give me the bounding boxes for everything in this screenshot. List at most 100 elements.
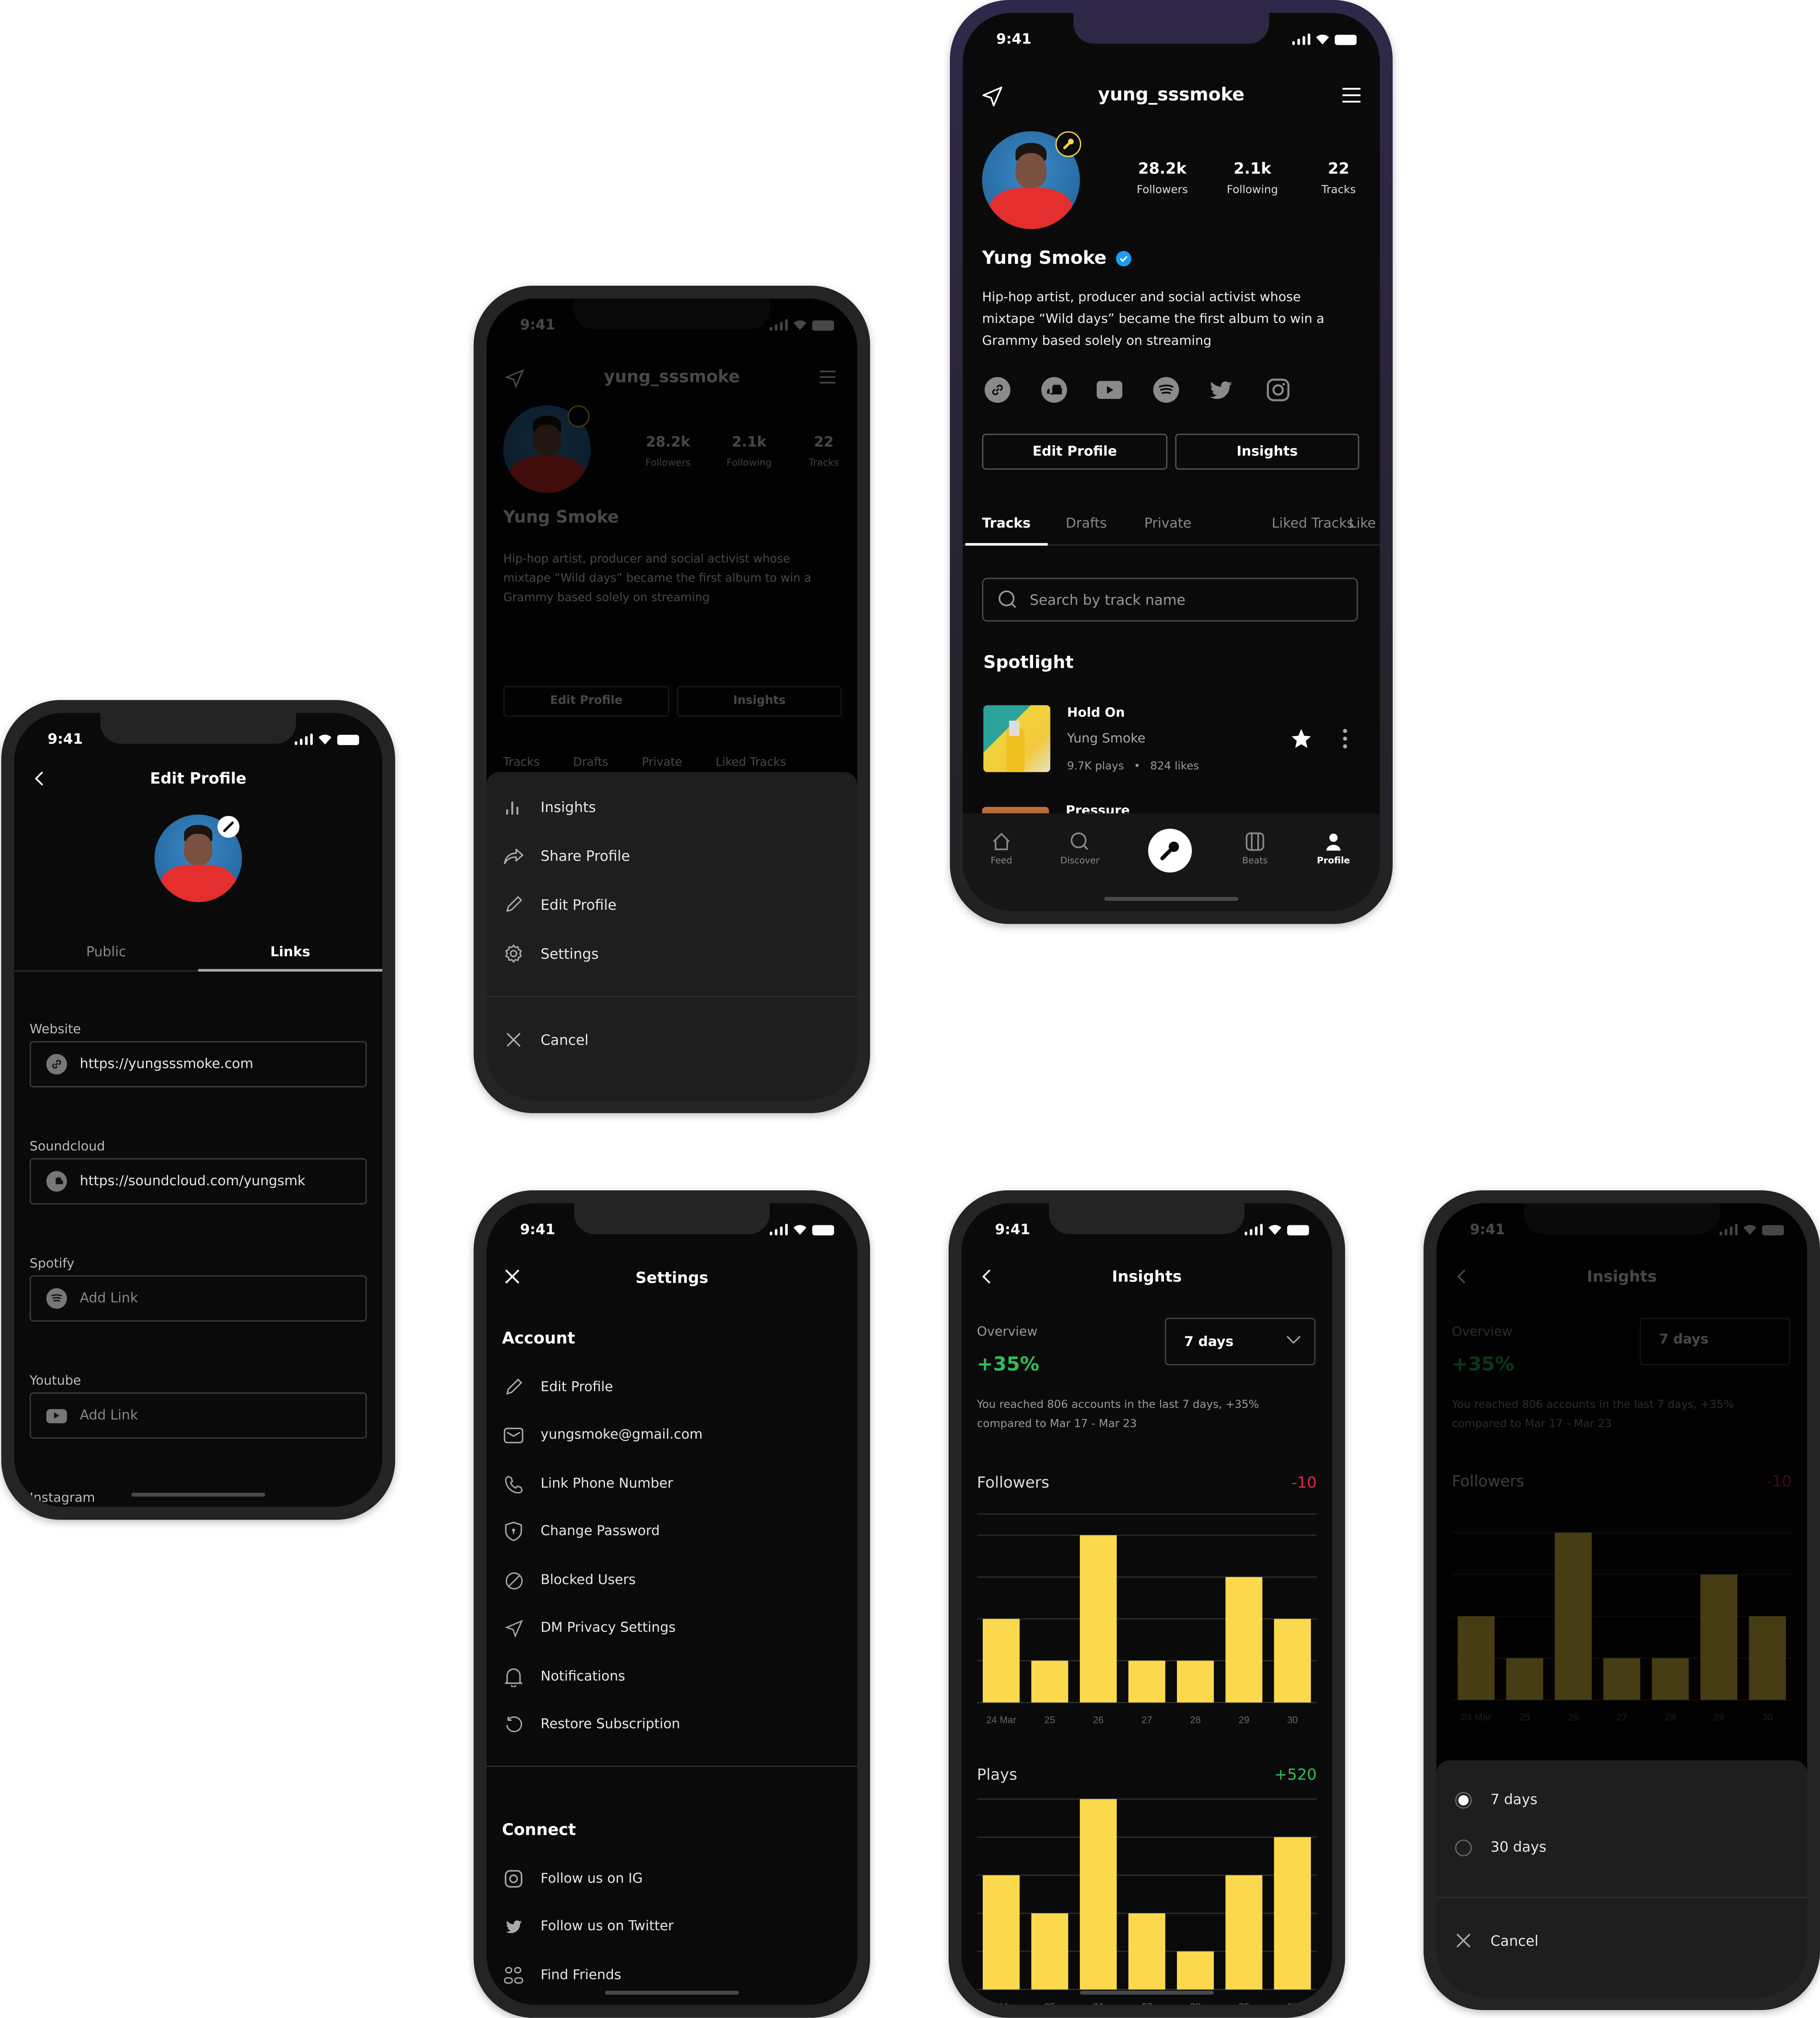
chevron-down-icon	[1286, 1335, 1302, 1345]
followers-title: Followers	[977, 1473, 1050, 1492]
bar-24-mar[interactable]	[982, 1619, 1020, 1703]
settings-item-password[interactable]: Change Password	[502, 1520, 660, 1543]
edit-avatar-button[interactable]	[217, 815, 240, 838]
menu-item-settings[interactable]: Settings	[486, 929, 857, 978]
track-likes: 824 likes	[1150, 760, 1199, 774]
bar-29[interactable]	[1225, 1577, 1263, 1703]
mail-icon	[502, 1423, 525, 1446]
soundcloud-field[interactable]: https://soundcloud.com/yungsmk	[30, 1158, 367, 1205]
tab-tracks[interactable]: Tracks	[982, 516, 1066, 532]
bar-28[interactable]	[1177, 1951, 1214, 1990]
close-icon	[502, 1028, 525, 1051]
bar-28[interactable]	[1177, 1660, 1214, 1703]
followers-change: -10	[1291, 1473, 1317, 1492]
bar-30[interactable]	[1274, 1837, 1311, 1990]
soundcloud-icon[interactable]	[1040, 377, 1066, 403]
stat-tracks[interactable]: 22 Tracks	[1310, 160, 1367, 197]
stat-following[interactable]: 2.1k Following	[1220, 160, 1284, 197]
settings-item-blocked[interactable]: Blocked Users	[502, 1568, 636, 1592]
settings-item-follow-ig[interactable]: Follow us on IG	[502, 1867, 643, 1891]
field-label-soundcloud: Soundcloud	[30, 1140, 105, 1154]
x-tick-label: 26	[1093, 2001, 1104, 2005]
phone-menu-sheet: 9:41 yung_sssmoke 28.2kFollowers 2.1kFol…	[473, 285, 870, 1113]
youtube-icon	[46, 1408, 67, 1423]
spotify-field[interactable]: Add Link	[30, 1275, 367, 1322]
website-field[interactable]: https://yungsssmoke.com	[30, 1041, 367, 1088]
settings-item-follow-twitter[interactable]: Follow us on Twitter	[502, 1915, 674, 1938]
x-tick-label: 28	[1190, 1714, 1201, 1725]
bar-27[interactable]	[1128, 1913, 1166, 1990]
display-name-row: Yung Smoke	[982, 248, 1131, 269]
star-icon[interactable]	[1290, 727, 1313, 750]
x-tick-label: 29	[1239, 1714, 1249, 1725]
link-icon	[46, 1054, 67, 1075]
settings-item-email[interactable]: yungsmoke@gmail.com	[502, 1423, 703, 1446]
menu-item-edit-profile[interactable]: Edit Profile	[486, 880, 857, 929]
tab-links[interactable]: Links	[198, 945, 382, 960]
bar-24-mar[interactable]	[982, 1875, 1020, 1990]
link-icon[interactable]	[985, 377, 1011, 403]
cancel-button[interactable]: Cancel	[486, 1016, 857, 1065]
bar-30[interactable]	[1274, 1619, 1311, 1703]
cancel-button[interactable]: Cancel	[1436, 1916, 1807, 1965]
x-tick-label: 30	[1287, 1714, 1298, 1725]
track-title: Hold On	[1067, 706, 1125, 721]
more-options-icon[interactable]	[1341, 729, 1349, 749]
menu-item-share-profile[interactable]: Share Profile	[486, 832, 857, 880]
nav-discover[interactable]: Discover	[1048, 832, 1112, 866]
nav-profile[interactable]: Profile	[1301, 832, 1365, 866]
range-option-7-days[interactable]: 7 days	[1436, 1776, 1807, 1823]
display-name: Yung Smoke	[982, 248, 1107, 269]
spotify-icon[interactable]	[1153, 377, 1179, 403]
insights-range-screen: 9:41 Insights Overview +35% 7 days You r…	[1436, 1203, 1807, 1997]
share-icon	[502, 844, 525, 867]
twitter-icon[interactable]	[1209, 377, 1234, 403]
record-button[interactable]	[1148, 829, 1192, 873]
settings-item-find-friends[interactable]: Find Friends	[502, 1964, 621, 1987]
settings-item-phone[interactable]: Link Phone Number	[502, 1472, 673, 1495]
bar-27[interactable]	[1128, 1660, 1166, 1703]
track-search-input[interactable]: Search by track name	[982, 577, 1358, 622]
x-tick-label: 29	[1239, 2001, 1249, 2005]
settings-header: Settings	[486, 1264, 857, 1295]
tab-private[interactable]: Private	[1144, 516, 1272, 532]
settings-item-edit-profile[interactable]: Edit Profile	[502, 1376, 613, 1399]
page-title: Settings	[635, 1269, 708, 1287]
wifi-icon	[318, 734, 332, 745]
insights-header: Insights	[961, 1262, 1332, 1293]
stat-followers[interactable]: 28.2k Followers	[1130, 160, 1194, 197]
track-row[interactable]: Hold On Yung Smoke 9.7K plays • 824 like…	[982, 705, 1362, 775]
settings-item-restore[interactable]: Restore Subscription	[502, 1713, 680, 1736]
tab-public[interactable]: Public	[14, 945, 198, 960]
tab-liked-more[interactable]: Like	[1349, 516, 1376, 532]
hamburger-menu-icon[interactable]	[1341, 85, 1362, 106]
settings-item-dm-privacy[interactable]: DM Privacy Settings	[502, 1616, 675, 1639]
bar-25[interactable]	[1031, 1660, 1069, 1703]
page-title: Edit Profile	[150, 769, 247, 788]
profile-screen: 9:41 yung_sssmoke 28.2k Followers 2.1k F…	[963, 13, 1380, 911]
menu-item-insights[interactable]: Insights	[486, 783, 857, 832]
insights-screen: 9:41 Insights Overview +35% 7 days You r…	[961, 1203, 1332, 2005]
youtube-field[interactable]: Add Link	[30, 1392, 367, 1439]
settings-item-notifications[interactable]: Notifications	[502, 1665, 625, 1688]
range-option-30-days[interactable]: 30 days	[1436, 1823, 1807, 1871]
nav-beats[interactable]: Beats	[1223, 832, 1287, 866]
bar-29[interactable]	[1225, 1875, 1263, 1990]
bar-26[interactable]	[1080, 1799, 1117, 1990]
status-bar: 9:41	[14, 731, 382, 752]
insights-button[interactable]: Insights	[1175, 433, 1359, 470]
bar-26[interactable]	[1080, 1535, 1117, 1703]
x-tick-label: 25	[1044, 2001, 1055, 2005]
battery-icon	[1334, 35, 1357, 45]
instagram-icon[interactable]	[1264, 377, 1290, 403]
bar-25[interactable]	[1031, 1913, 1069, 1990]
youtube-icon[interactable]	[1096, 377, 1123, 403]
search-icon	[998, 589, 1018, 610]
edit-profile-button[interactable]: Edit Profile	[982, 433, 1168, 470]
tab-drafts[interactable]: Drafts	[1066, 516, 1144, 532]
range-select[interactable]: 7 days	[1165, 1317, 1315, 1365]
microphone-icon	[1158, 839, 1182, 862]
home-indicator	[605, 1991, 739, 1995]
track-meta: 9.7K plays • 824 likes	[1067, 760, 1199, 774]
nav-feed[interactable]: Feed	[969, 832, 1033, 866]
